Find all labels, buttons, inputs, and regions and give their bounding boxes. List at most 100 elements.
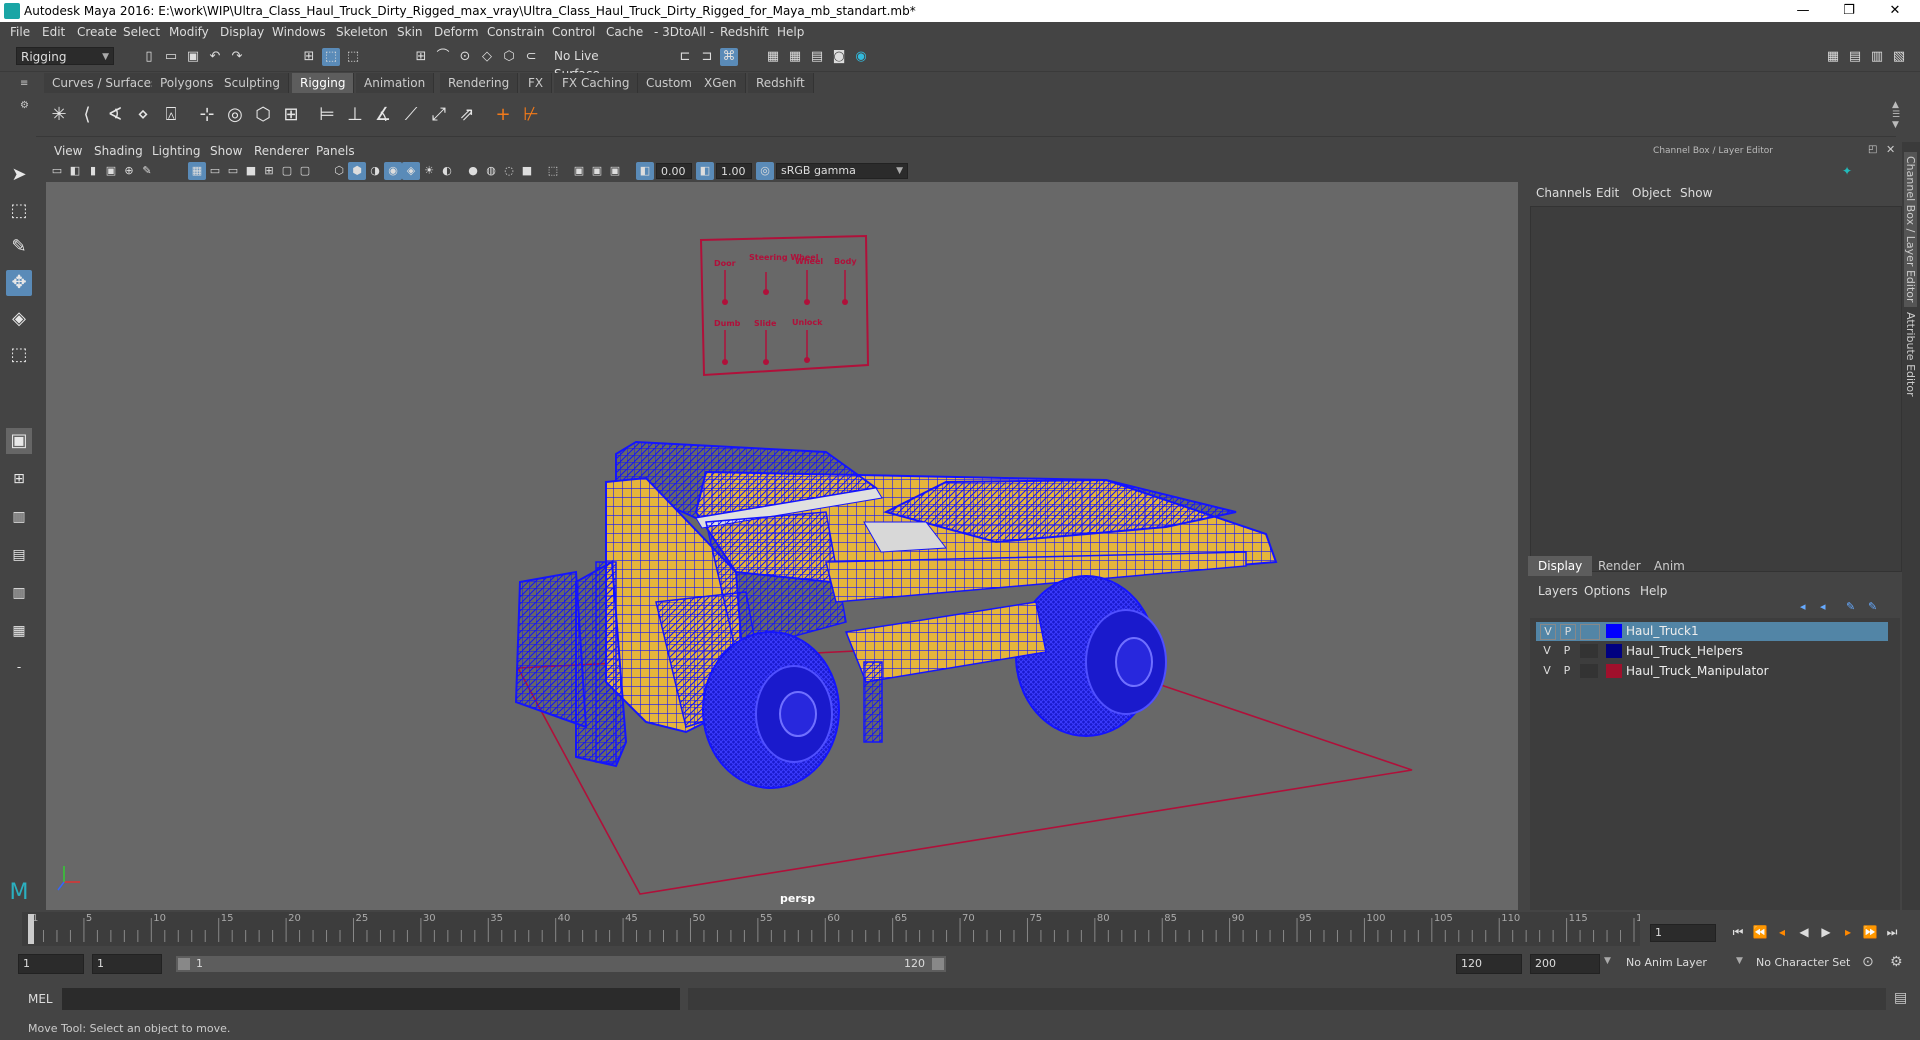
move-layer-up-icon[interactable]: ◂ (1800, 600, 1806, 613)
channel-box-tools-icon[interactable]: ✦ (1842, 164, 1852, 178)
layer-display-type-toggle[interactable] (1580, 624, 1600, 640)
isolate-select-icon[interactable]: ⬚ (544, 162, 562, 180)
time-slider[interactable]: 1 5 10 15 20 25 30 35 40 45 50 55 60 65 70 75 80 85 90 95 10… (22, 912, 1640, 946)
side-tab-attribute-editor[interactable]: Attribute Editor (1904, 312, 1917, 397)
smooth-shade-icon[interactable]: ⬢ (348, 162, 366, 180)
menu-help[interactable]: Help (777, 25, 804, 39)
safe-action-icon[interactable]: ▢ (278, 162, 296, 180)
shelf-tab-curves[interactable]: Curves / Surfaces (44, 73, 167, 93)
character-set-dropdown[interactable]: No Character Set (1756, 956, 1850, 969)
menu-constrain[interactable]: Constrain (487, 25, 545, 39)
snap-curve-icon[interactable]: ⌒ (434, 48, 452, 66)
point-constraint-icon[interactable]: ⊥ (342, 102, 368, 128)
layer-row[interactable]: V P Haul_Truck_Manipulator (1536, 662, 1888, 681)
use-all-lights-icon[interactable]: ☀ (420, 162, 438, 180)
grease-pencil-icon[interactable]: ✎ (138, 162, 156, 180)
cluster-icon[interactable]: ⊞ (278, 102, 304, 128)
wireframe-icon[interactable]: ⬡ (330, 162, 348, 180)
perspective-viewport[interactable]: Door Steering Wheel Wheel Body Dumb Slid… (46, 182, 1518, 910)
snap-point-icon[interactable]: ⊙ (456, 48, 474, 66)
layer-name[interactable]: Haul_Truck_Helpers (1626, 644, 1743, 658)
layer-color-swatch[interactable] (1606, 664, 1622, 678)
shadows-icon[interactable]: ◐ (438, 162, 456, 180)
save-scene-icon[interactable]: ▣ (184, 48, 202, 66)
go-to-end-icon[interactable]: ⏭ (1882, 922, 1902, 942)
shelf-tab-fx-caching[interactable]: FX Caching (554, 73, 639, 93)
menu-3dtoall[interactable]: - 3DtoAll - (654, 25, 714, 39)
step-back-key-icon[interactable]: ⏪ (1750, 922, 1770, 942)
script-editor-icon[interactable]: ▤ (1894, 990, 1907, 1006)
step-forward-key-icon[interactable]: ⏩ (1860, 922, 1880, 942)
layer-color-swatch[interactable] (1606, 644, 1622, 658)
current-frame-field[interactable]: 1 (1650, 924, 1716, 942)
rotate-tool-icon[interactable]: ◈ (6, 306, 32, 332)
gamma-icon[interactable]: ◧ (696, 162, 714, 180)
render-frame-icon[interactable]: ▦ (764, 48, 782, 66)
gamma-field[interactable]: 1.00 (716, 163, 752, 179)
menu-redshift[interactable]: Redshift (720, 25, 769, 39)
move-tool-icon[interactable]: ✥ (6, 270, 32, 296)
chevron-down-icon[interactable]: ▼ (1736, 956, 1743, 966)
layer-display-type-toggle[interactable] (1580, 644, 1598, 658)
redshift-render-icon[interactable]: ◉ (852, 48, 870, 66)
shelf-tab-rigging[interactable]: Rigging (292, 73, 355, 93)
vp-menu-view[interactable]: View (54, 144, 82, 158)
image-plane-icon[interactable]: ▣ (102, 162, 120, 180)
layer-visibility-toggle[interactable]: V (1540, 664, 1554, 678)
layer-tab-display[interactable]: Display (1528, 556, 1593, 576)
close-button[interactable]: ✕ (1872, 0, 1918, 22)
minimize-button[interactable]: — (1780, 0, 1826, 22)
safe-title-icon[interactable]: ▢ (296, 162, 314, 180)
restore-button[interactable]: ❐ (1826, 0, 1872, 22)
exposure-icon[interactable]: ◧ (636, 162, 654, 180)
resolution-gate-icon[interactable]: ▭ (224, 162, 242, 180)
scale-tool-icon[interactable]: ⬚ (6, 342, 32, 368)
custom-layout-icon[interactable]: - (6, 654, 32, 680)
layer-name[interactable]: Haul_Truck1 (1626, 624, 1699, 638)
2d-pan-zoom-icon[interactable]: ⊕ (120, 162, 138, 180)
new-scene-icon[interactable]: ▯ (140, 48, 158, 66)
menu-edit[interactable]: Edit (42, 25, 65, 39)
step-back-frame-icon[interactable]: ◂ (1772, 922, 1792, 942)
render-settings-icon[interactable]: ▤ (808, 48, 826, 66)
persp-graph-layout-icon[interactable]: ▥ (6, 580, 32, 606)
select-component-icon[interactable]: ⬚ (344, 48, 362, 66)
motion-blur-icon[interactable]: ◍ (482, 162, 500, 180)
hypershade-layout-icon[interactable]: ▦ (6, 618, 32, 644)
output-ops-icon[interactable]: ⊐ (698, 48, 716, 66)
shelf-tab-animation[interactable]: Animation (356, 73, 435, 93)
open-scene-icon[interactable]: ▭ (162, 48, 180, 66)
ik-handle-icon[interactable]: ⟨ (74, 102, 100, 128)
attribute-editor-toggle-icon[interactable]: ▥ (1868, 48, 1886, 66)
select-object-icon[interactable]: ⬚ (322, 48, 340, 66)
shelf-tab-sculpting[interactable]: Sculpting (216, 73, 290, 93)
xray-joints-icon[interactable]: ▣ (588, 162, 606, 180)
shelf-tab-xgen[interactable]: XGen (696, 73, 746, 93)
shelf-tab-polygons[interactable]: Polygons (152, 73, 223, 93)
layer-options-menu[interactable]: Options (1584, 584, 1630, 598)
parent-constraint-icon[interactable]: ⊨ (314, 102, 340, 128)
layer-playback-toggle[interactable]: P (1560, 664, 1574, 678)
float-panel-icon[interactable]: ◰ (1868, 144, 1877, 155)
hypershade-icon[interactable]: ◙ (830, 48, 848, 66)
shelf-tab-rendering[interactable]: Rendering (440, 73, 519, 93)
wireframe-on-shaded-icon[interactable]: ◉ (384, 162, 402, 180)
layer-tab-anim[interactable]: Anim (1644, 556, 1695, 576)
channel-edit-menu[interactable]: Edit (1596, 186, 1619, 200)
select-camera-icon[interactable]: ▭ (48, 162, 66, 180)
menu-deform[interactable]: Deform (434, 25, 479, 39)
ipr-render-icon[interactable]: ▦ (786, 48, 804, 66)
command-input[interactable] (62, 988, 680, 1010)
menu-select[interactable]: Select (123, 25, 160, 39)
input-ops-icon[interactable]: ⊏ (676, 48, 694, 66)
menu-skin[interactable]: Skin (397, 25, 423, 39)
redo-icon[interactable]: ↷ (228, 48, 246, 66)
undo-icon[interactable]: ↶ (206, 48, 224, 66)
channel-object-menu[interactable]: Object (1632, 186, 1671, 200)
shelf-menu-icon[interactable]: ≡ ⚙ (20, 78, 32, 130)
menu-set-dropdown[interactable]: Rigging ▼ (16, 47, 114, 65)
live-surface-field[interactable]: No Live Surface (550, 47, 640, 81)
field-chart-icon[interactable]: ⊞ (260, 162, 278, 180)
select-tool-icon[interactable]: ➤ (6, 162, 32, 188)
range-end-handle[interactable] (932, 958, 944, 970)
